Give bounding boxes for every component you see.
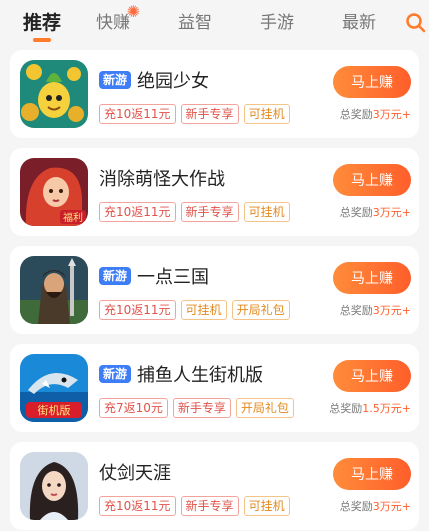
reward-prefix: 总奖励 (339, 206, 373, 219)
tag-row: 充10返11元 可挂机 开局礼包 (99, 300, 295, 320)
fishing-shark-icon[interactable]: 街机版 (20, 354, 88, 422)
earn-now-button[interactable]: 马上赚 (333, 66, 411, 98)
app-root: 推荐 快赚 ✺ 益智 手游 最新 新游 绝园少女 充10返11元 新手专享 可挂… (0, 0, 429, 531)
game-card[interactable]: 福利 消除萌怪大作战 充10返11元 新手专享 可挂机 马上赚 总奖励3万元+ (10, 148, 419, 236)
reward-prefix: 总奖励 (339, 500, 373, 513)
total-reward: 总奖励3万元+ (340, 498, 411, 514)
tag-recharge-rebate: 充10返11元 (99, 202, 176, 222)
tab-puzzle[interactable]: 益智 (154, 0, 236, 50)
reward-amount: 1.5万元+ (362, 402, 411, 415)
reward-amount: 3万元+ (372, 108, 411, 121)
tag-row: 充10返11元 新手专享 可挂机 (99, 496, 295, 516)
total-reward: 总奖励3万元+ (340, 204, 411, 220)
arcade-label: 街机版 (38, 403, 71, 417)
total-reward: 总奖励3万元+ (340, 106, 411, 122)
reward-prefix: 总奖励 (339, 304, 373, 317)
tag-starter-pack: 开局礼包 (231, 300, 290, 320)
game-card[interactable]: 新游 绝园少女 充10返11元 新手专享 可挂机 马上赚 总奖励3万元+ (10, 50, 419, 138)
game-card[interactable]: 仗剑天涯 充10返11元 新手专享 可挂机 马上赚 总奖励3万元+ (10, 442, 419, 530)
tag-idle: 可挂机 (243, 496, 290, 516)
title-row: 新游 捕鱼人生街机版 (99, 362, 263, 386)
game-card[interactable]: 新游 一点三国 充10返11元 可挂机 开局礼包 马上赚 总奖励3万元+ (10, 246, 419, 334)
tag-recharge-rebate: 充10返11元 (99, 300, 176, 320)
total-reward: 总奖励1.5万元+ (329, 400, 411, 416)
game-card[interactable]: 街机版 新游 捕鱼人生街机版 充7返10元 新手专享 开局礼包 马上赚 总奖励1… (10, 344, 419, 432)
earn-now-button[interactable]: 马上赚 (333, 360, 411, 392)
tag-starter-pack: 开局礼包 (235, 398, 294, 418)
tag-recharge-rebate: 充10返11元 (99, 496, 176, 516)
tag-newbie-exclusive: 新手专享 (172, 398, 231, 418)
active-tab-indicator (33, 38, 51, 42)
game-title: 捕鱼人生街机版 (137, 365, 264, 386)
title-row: 消除萌怪大作战 (99, 166, 225, 190)
tag-recharge-rebate: 充7返10元 (99, 398, 168, 418)
red-haired-girl-icon[interactable]: 福利 (20, 158, 88, 226)
game-title: 一点三国 (137, 267, 210, 288)
earn-now-button[interactable]: 马上赚 (333, 262, 411, 294)
new-game-badge: 新游 (99, 71, 132, 89)
title-row: 新游 一点三国 (99, 264, 209, 288)
three-kingdoms-warrior-icon[interactable] (20, 256, 88, 324)
tab-label: 最新 (342, 13, 376, 33)
tag-newbie-exclusive: 新手专享 (180, 202, 239, 222)
tag-idle: 可挂机 (243, 104, 290, 124)
tab-label: 手游 (260, 13, 294, 33)
reward-prefix: 总奖励 (339, 108, 373, 121)
game-title: 仗剑天涯 (99, 463, 171, 484)
tag-row: 充7返10元 新手专享 开局礼包 (99, 398, 299, 418)
reward-amount: 3万元+ (372, 304, 411, 317)
earn-now-button[interactable]: 马上赚 (333, 164, 411, 196)
tab-recommend[interactable]: 推荐 (12, 0, 72, 50)
tag-row: 充10返11元 新手专享 可挂机 (99, 104, 295, 124)
new-game-badge: 新游 (99, 267, 132, 285)
tag-newbie-exclusive: 新手专享 (180, 104, 239, 124)
reward-amount: 3万元+ (372, 206, 411, 219)
tab-newest[interactable]: 最新 (318, 0, 400, 50)
sword-lady-icon[interactable] (20, 452, 88, 520)
tag-row: 充10返11元 新手专享 可挂机 (99, 202, 295, 222)
golden-seed-monster-icon[interactable] (20, 60, 88, 128)
game-list: 新游 绝园少女 充10返11元 新手专享 可挂机 马上赚 总奖励3万元+ 福利 … (0, 50, 429, 530)
total-reward: 总奖励3万元+ (340, 302, 411, 318)
tab-label: 快赚 (96, 13, 130, 33)
tab-quick-earn[interactable]: 快赚 ✺ (72, 0, 154, 50)
category-tab-bar: 推荐 快赚 ✺ 益智 手游 最新 (0, 0, 429, 50)
tag-idle: 可挂机 (243, 202, 290, 222)
game-title: 消除萌怪大作战 (99, 169, 225, 190)
search-icon[interactable] (405, 12, 427, 34)
tab-label: 推荐 (22, 12, 61, 34)
tag-recharge-rebate: 充10返11元 (99, 104, 176, 124)
tab-label: 益智 (178, 13, 212, 33)
tag-idle: 可挂机 (180, 300, 227, 320)
tag-newbie-exclusive: 新手专享 (180, 496, 239, 516)
title-row: 新游 绝园少女 (99, 68, 209, 92)
welfare-label: 福利 (63, 211, 83, 224)
sparkle-icon: ✺ (126, 2, 140, 21)
tab-mobile-games[interactable]: 手游 (236, 0, 318, 50)
new-game-badge: 新游 (99, 365, 132, 383)
title-row: 仗剑天涯 (99, 460, 171, 484)
game-title: 绝园少女 (137, 71, 210, 92)
reward-prefix: 总奖励 (329, 402, 363, 415)
reward-amount: 3万元+ (372, 500, 411, 513)
earn-now-button[interactable]: 马上赚 (333, 458, 411, 490)
